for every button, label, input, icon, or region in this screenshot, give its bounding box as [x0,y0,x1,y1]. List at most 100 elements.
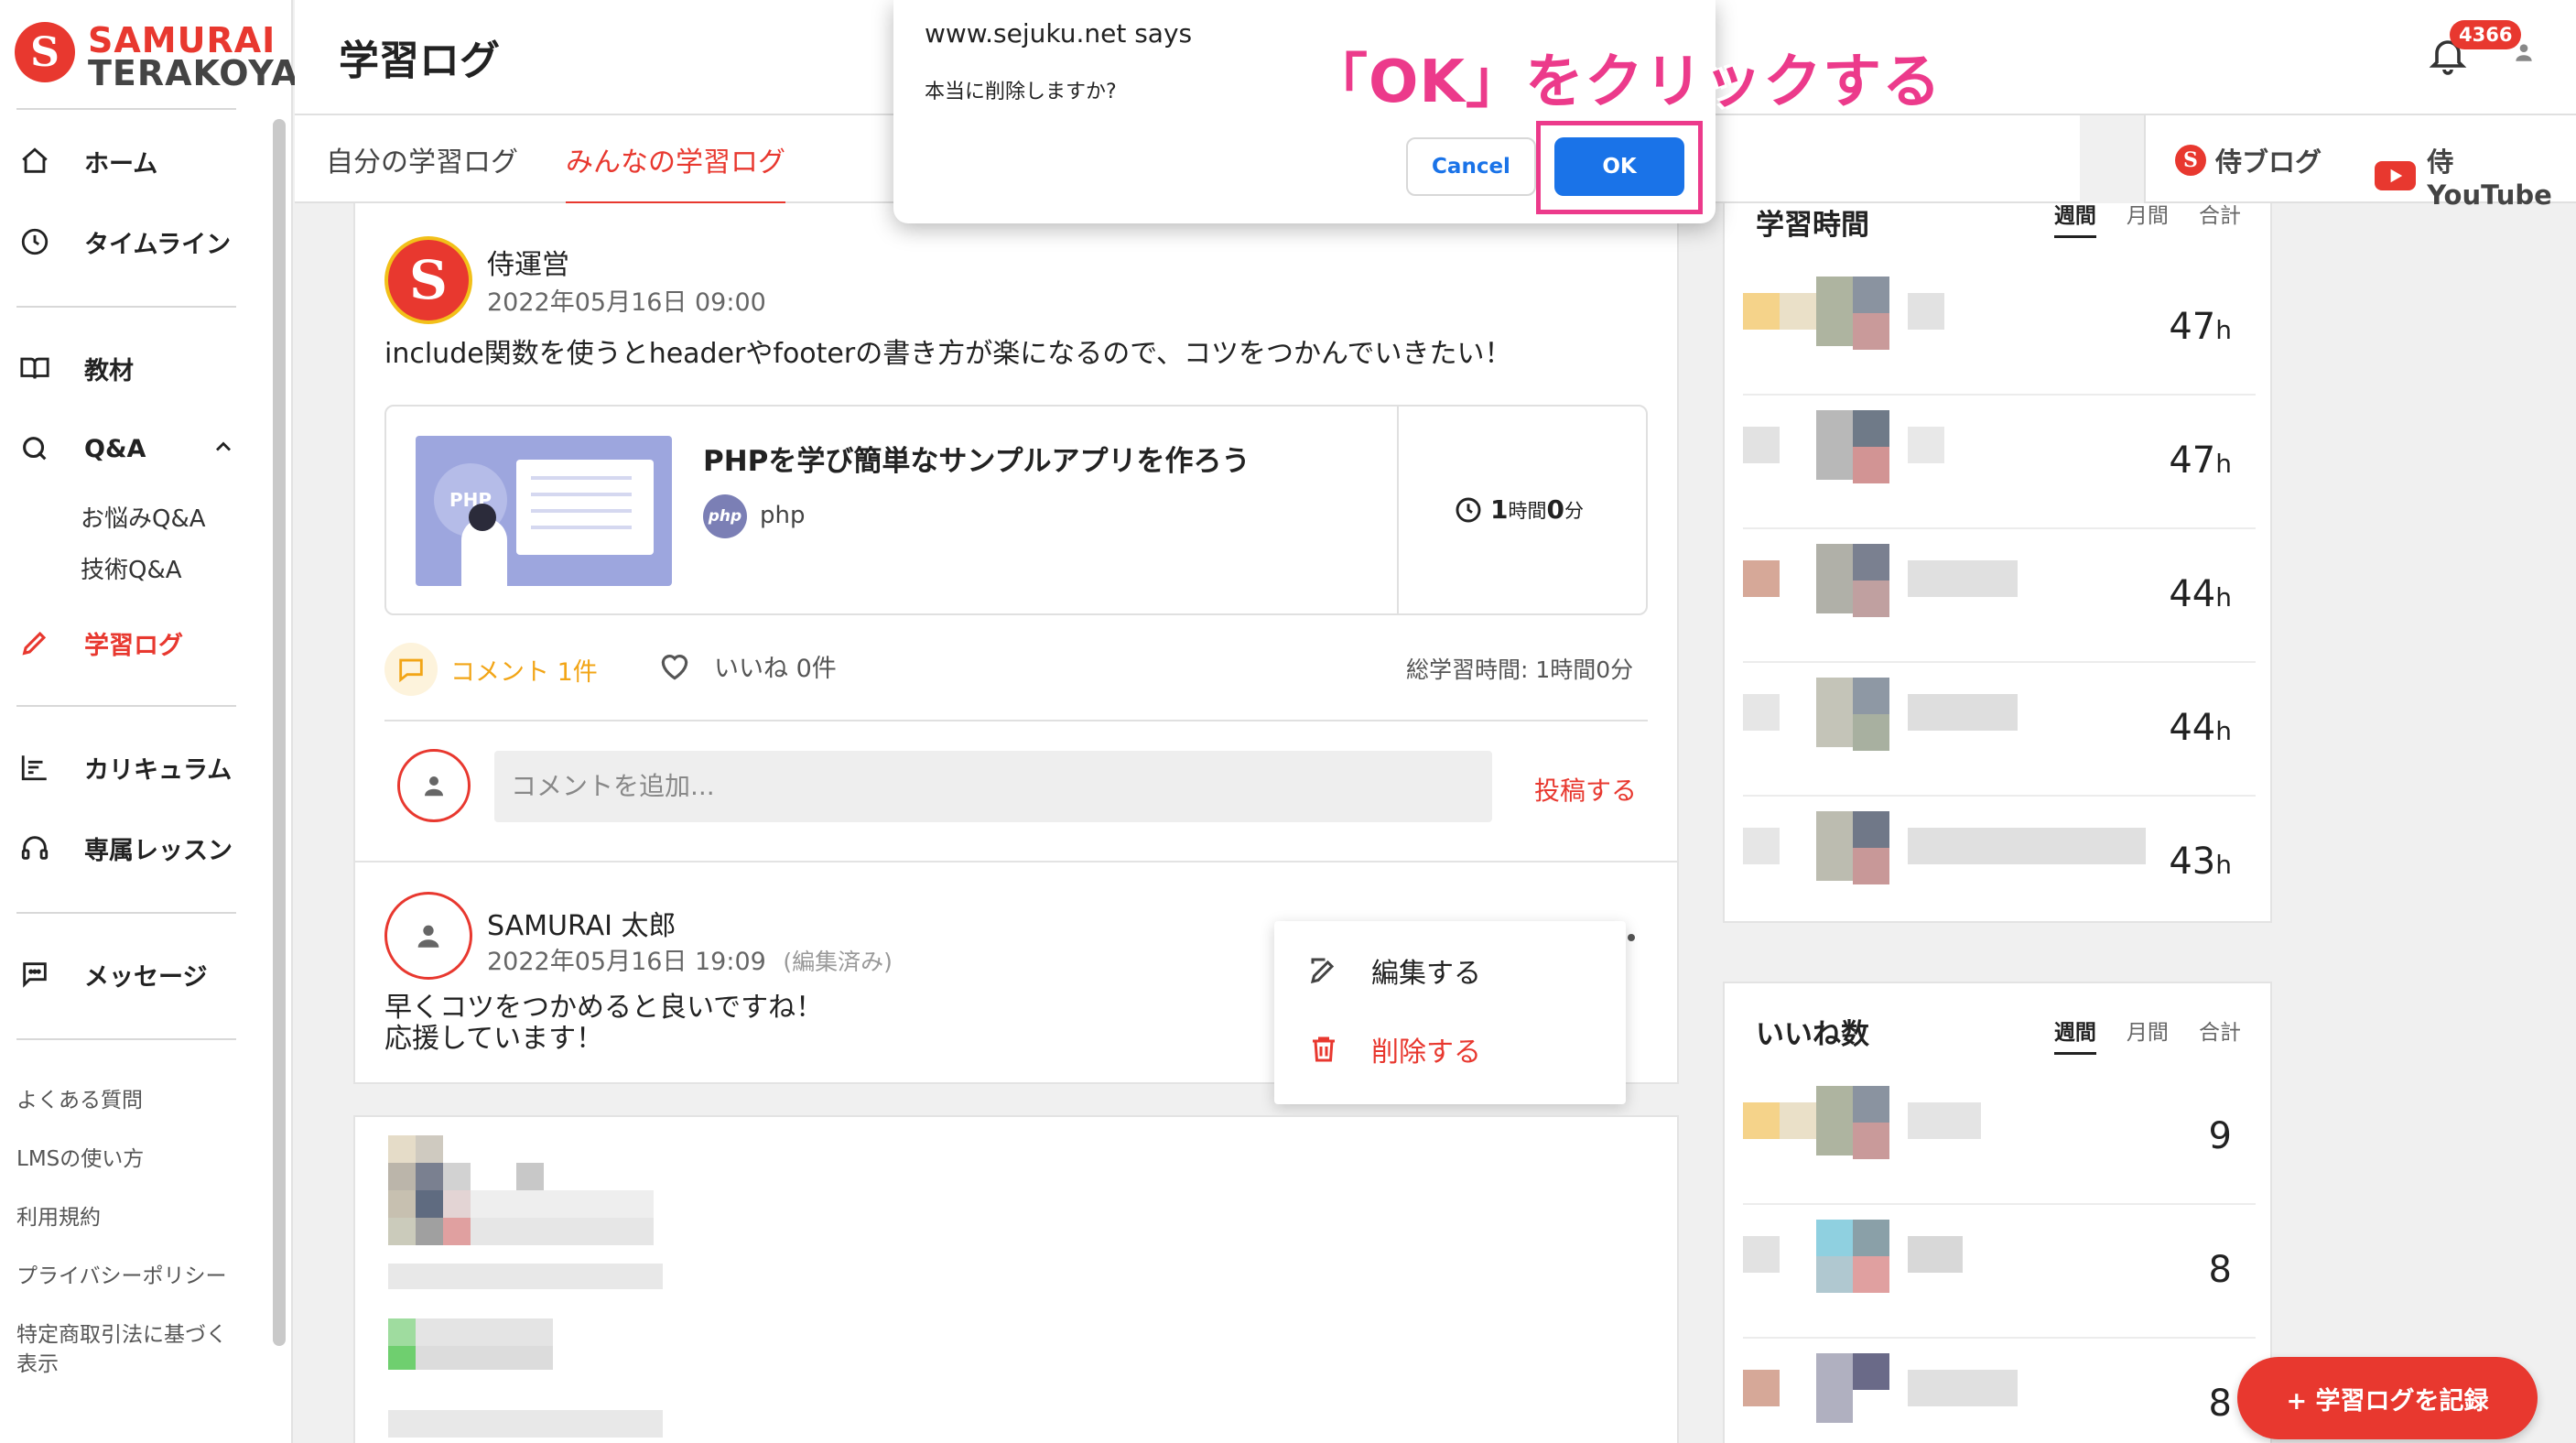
more-options-icon[interactable] [1628,934,1635,941]
trash-icon [1307,1033,1340,1066]
sidebar-sub-worries-qa[interactable]: お悩みQ&A [81,500,206,534]
comment-toggle-button[interactable]: コメント 1件 [384,643,598,696]
record-study-log-button[interactable]: + 学習ログを記録 [2237,1357,2538,1439]
php-icon: php [703,494,747,538]
ranking-value: 44h [2169,573,2232,615]
sidebar-item-study-log[interactable]: 学習ログ [16,615,254,670]
comment-author-name[interactable]: SAMURAI 太郎 [487,903,676,943]
sidebar-scrollbar[interactable] [273,119,286,1346]
ranking-row[interactable]: 44h [1743,663,2256,797]
post-author-name[interactable]: 侍運営 [487,242,569,282]
material-tag: php [760,502,806,529]
ranking-time-title: 学習時間 [1756,209,1869,242]
ranking-value: 8 [2208,1249,2232,1291]
speech-bubble-icon [384,643,438,696]
sidebar-item-qa[interactable]: Q&A [16,421,236,476]
delete-label: 削除する [1371,1036,1481,1069]
post-divider [384,720,1648,722]
page-title: 学習ログ [339,38,500,84]
ranking-tab-weekly[interactable]: 週間 [2053,204,2096,238]
chart-icon [16,749,53,786]
headset-icon [16,830,53,866]
material-card[interactable]: PHP PHPを学び簡単なサンプルアプリを作ろう php php 1 時間 0 … [384,405,1648,615]
sidebar-item-curriculum[interactable]: カリキュラム [16,740,254,795]
sidebar-item-materials[interactable]: 教材 [16,341,254,396]
sidebar: S SAMURAI TERAKOYA ホーム タイムライン 教材 Q&A お悩み… [0,0,298,1443]
ranking-row[interactable]: 47h [1743,396,2256,529]
post-text: include関数を使うとheaderやfooterの書き方が楽になるので、コツ… [384,338,1512,370]
external-links: S 侍ブログ 侍YouTube [2144,115,2576,211]
tab-my-logs[interactable]: 自分の学習ログ [326,139,518,201]
material-title: PHPを学び簡単なサンプルアプリを作ろう [703,445,1250,478]
next-post-card [353,1115,1679,1443]
ranking-value: 44h [2169,707,2232,749]
post-author-avatar[interactable]: S [384,236,472,324]
ranking-tab-weekly[interactable]: 週間 [2053,1021,2096,1055]
footer-link-terms[interactable]: 利用規約 [16,1203,254,1232]
footer-link-lms-usage[interactable]: LMSの使い方 [16,1145,254,1174]
ranking-likes-title: いいね数 [1756,1018,1869,1051]
logo-mark-icon: S [15,22,75,82]
qa-icon [16,430,53,467]
sidebar-item-message[interactable]: メッセージ [16,947,254,1002]
chevron-up-icon[interactable] [211,434,236,463]
total-study-time: 総学習時間: 1時間0分 [1406,656,1634,683]
comment-author-avatar[interactable] [384,892,472,980]
comment-context-menu: 編集する 削除する [1274,921,1626,1104]
youtube-icon [2375,161,2417,190]
comment-edited-flag: (編集済み) [783,949,893,975]
sidebar-item-label: 教材 [84,356,134,385]
sidebar-divider [16,108,236,110]
sidebar-item-private-lesson[interactable]: 専属レッスン [16,820,254,875]
delete-menu-item[interactable]: 削除する [1307,1029,1481,1069]
screen-illustration [516,460,654,555]
ranking-value: 47h [2169,439,2232,482]
ranking-row[interactable]: 8 [1743,1205,2256,1339]
notification-badge: 4366 [2450,20,2522,49]
footer-link-commerce-law[interactable]: 特定商取引法に基づく表示 [16,1320,245,1379]
samurai-youtube-link[interactable]: 侍YouTube [2375,141,2576,211]
sidebar-item-timeline[interactable]: タイムライン [16,214,254,269]
tab-everyone-logs[interactable]: みんなの学習ログ [566,139,785,205]
samurai-logo[interactable]: S SAMURAI TERAKOYA [15,22,298,92]
dialog-cancel-button[interactable]: Cancel [1406,137,1536,196]
sidebar-item-label: 学習ログ [84,631,183,660]
ranking-row[interactable]: 8 [1743,1339,2256,1443]
ranking-tab-total[interactable]: 合計 [2199,1021,2241,1045]
footer-link-privacy[interactable]: プライバシーポリシー [16,1262,254,1291]
user-icon[interactable] [2512,40,2539,68]
ranking-tab-total[interactable]: 合計 [2199,204,2241,228]
ranking-row[interactable]: 43h [1743,797,2256,930]
footer-link-faq[interactable]: よくある質問 [16,1086,254,1115]
sidebar-sub-tech-qa[interactable]: 技術Q&A [81,551,182,585]
ranking-time-tabs: 週間 月間 合計 [2029,198,2241,238]
samurai-youtube-label: 侍YouTube [2427,146,2552,211]
time-hours-unit: 時間 [1508,499,1547,522]
time-minutes-unit: 分 [1564,499,1584,522]
like-button[interactable]: いいね 0件 [657,648,837,684]
ranking-row[interactable]: 9 [1743,1071,2256,1205]
samurai-blog-link[interactable]: S 侍ブログ [2175,141,2322,179]
clock-icon [1454,495,1483,525]
current-user-avatar [397,749,471,822]
ranking-likes: いいね数 週間 月間 合計 9 8 8 [1723,982,2272,1443]
edit-menu-item[interactable]: 編集する [1307,950,1481,991]
dialog-origin: www.sejuku.net says [925,18,1193,49]
sidebar-item-home[interactable]: ホーム [16,134,254,189]
book-icon [16,350,53,386]
sidebar-item-label: メッセージ [84,962,208,992]
ranking-tab-monthly[interactable]: 月間 [2127,204,2169,228]
time-minutes: 0 [1546,494,1564,525]
ranking-value: 43h [2169,841,2232,883]
comment-text-line1: 早くコツをつかめると良いですね！ [384,992,824,1024]
ranking-row[interactable]: 44h [1743,529,2256,663]
ranking-tab-monthly[interactable]: 月間 [2127,1021,2169,1045]
comment-input[interactable]: コメントを追加... [494,751,1492,822]
edit-label: 編集する [1371,958,1481,990]
sidebar-item-label: カリキュラム [84,755,233,785]
instruction-annotation: 「OK」をクリックする [1309,49,1942,116]
samurai-blog-label: 侍ブログ [2215,146,2322,178]
sidebar-divider [16,1038,236,1040]
ranking-row[interactable]: 47h [1743,262,2256,396]
post-comment-button[interactable]: 投稿する [1534,771,1637,808]
